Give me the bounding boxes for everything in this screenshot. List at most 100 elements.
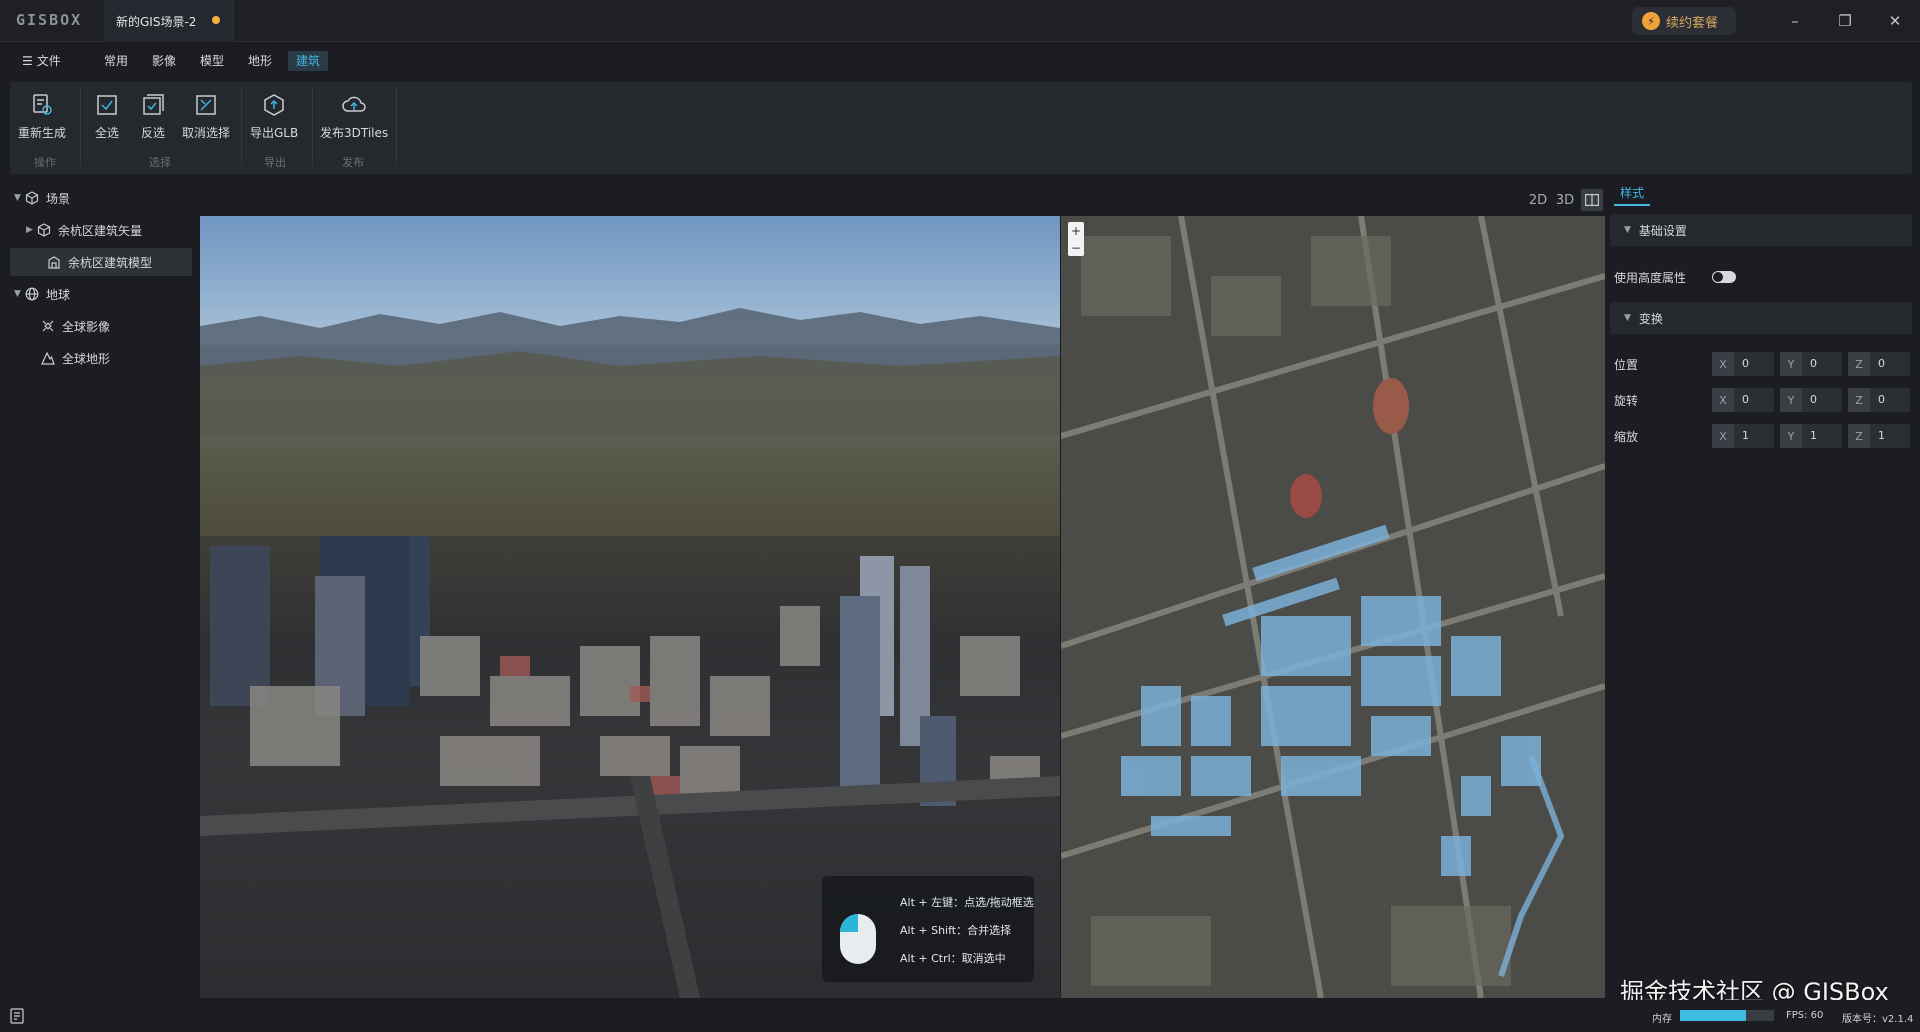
rotation-x-field[interactable]: X0 [1712,388,1774,412]
tree-label-global-terrain: 全球地形 [62,351,111,366]
scale-label: 缩放 [1614,430,1639,444]
select-all-label: 全选 [94,126,119,140]
minimize-button[interactable]: – [1775,8,1815,34]
ribbon-toolbar: 重新生成 操作 全选 反选 取消选择 选择 导出GLB 导出 发布3DTiles… [10,82,1912,174]
memory-usage-bar [1680,1010,1774,1021]
invert-select-icon [140,92,166,118]
export-glb-label: 导出GLB [250,126,299,140]
document-tab-label: 新的GIS场景-2 [116,15,197,29]
scale-x-value: 1 [1742,429,1749,442]
scale-z-value: 1 [1878,429,1885,442]
select-all-button[interactable]: 全选 [94,92,120,141]
tree-node-global-imagery[interactable]: 全球影像 [0,312,196,340]
chevron-down-icon[interactable]: ▼ [14,289,24,299]
tree-node-building-vector[interactable]: ▶ 余杭区建筑矢量 [0,216,196,244]
terrain-icon [40,350,56,366]
section-transform[interactable]: ▼ 变换 [1610,302,1912,334]
tree-node-scene[interactable]: ▼ 场景 [0,184,196,212]
scale-y-field[interactable]: Y1 [1780,424,1842,448]
group-label-export: 导出 [264,156,286,169]
help-line-merge-select: Alt + Shift：合并选择 [900,924,1012,937]
tree-node-building-model[interactable]: 余杭区建筑模型 [10,248,192,276]
tree-label-scene: 场景 [46,191,71,206]
renew-plan-label: 续约套餐 [1666,15,1719,31]
help-line-cancel-select: Alt + Ctrl：取消选中 [900,952,1006,965]
renew-plan-button[interactable]: ⚡ 续约套餐 [1632,7,1736,35]
tree-node-global-terrain[interactable]: 全球地形 [0,344,196,372]
position-label: 位置 [1614,358,1639,372]
title-bar: GISBOX 新的GIS场景-2 ⚡ 续约套餐 – ❐ ✕ [0,0,1920,42]
axis-y-label: Y [1780,388,1802,412]
regenerate-label: 重新生成 [18,126,67,140]
group-label-select: 选择 [149,156,171,169]
tree-label-globe: 地球 [46,287,71,302]
use-height-label: 使用高度属性 [1614,271,1687,285]
status-bar [0,1000,1920,1032]
tree-label-global-imagery: 全球影像 [62,319,111,334]
position-z-value: 0 [1878,357,1885,370]
invert-select-label: 反选 [140,126,165,140]
file-menu[interactable]: ☰ 文件 [14,51,69,71]
menu-model[interactable]: 模型 [192,51,232,71]
scale-y-value: 1 [1810,429,1817,442]
group-label-publish: 发布 [342,156,364,169]
restore-button[interactable]: ❐ [1825,8,1865,34]
section-basic-settings[interactable]: ▼ 基础设置 [1610,214,1912,246]
regenerate-button[interactable]: 重新生成 [18,92,66,141]
rotation-z-field[interactable]: Z0 [1848,388,1910,412]
zoom-out-button[interactable]: − [1068,239,1084,256]
axis-x-label: X [1712,424,1734,448]
close-button[interactable]: ✕ [1875,8,1915,34]
menu-building[interactable]: 建筑 [288,51,329,71]
tree-node-globe[interactable]: ▼ 地球 [0,280,196,308]
memory-label: 内存 [1652,1014,1672,1025]
chevron-down-icon[interactable]: ▼ [14,193,24,203]
menu-common[interactable]: 常用 [96,51,136,71]
notes-icon[interactable] [10,1008,24,1027]
scale-x-field[interactable]: X1 [1712,424,1774,448]
help-line-click-select: Alt + 左键：点选/拖动框选 [900,896,1034,909]
tab-style[interactable]: 样式 [1614,184,1651,206]
axis-z-label: Z [1848,424,1870,448]
hamburger-icon: ☰ [22,54,33,68]
mouse-left-click-icon [840,914,876,964]
use-height-toggle[interactable] [1712,271,1736,283]
ribbon-separator [80,88,81,166]
section-transform-title: 变换 [1638,311,1663,326]
globe-icon [24,286,40,302]
menu-terrain[interactable]: 地形 [240,51,280,71]
building-icon [46,254,62,270]
version-label: 版本号：v2.1.4 [1842,1014,1914,1025]
map-2d-viewport[interactable] [1061,216,1605,998]
invert-select-button[interactable]: 反选 [140,92,166,141]
position-y-field[interactable]: Y0 [1780,352,1842,376]
chevron-right-icon[interactable]: ▶ [26,225,36,235]
split-view-icon[interactable] [1581,189,1603,211]
scale-z-field[interactable]: Z1 [1848,424,1910,448]
properties-panel: 样式 ▼ 基础设置 使用高度属性 ▼ 变换 位置 X0 Y0 Z0 旋转 X0 … [1610,180,1912,996]
menu-bar: ☰ 文件 常用 影像 模型 地形 建筑 [0,44,1920,76]
tree-label-building-model: 余杭区建筑模型 [68,255,153,270]
tree-label-building-vector: 余杭区建筑矢量 [58,223,143,238]
document-tab[interactable]: 新的GIS场景-2 [104,0,234,42]
position-z-field[interactable]: Z0 [1848,352,1910,376]
axis-y-label: Y [1780,424,1802,448]
view-3d-toggle[interactable]: 3D [1554,189,1576,211]
view-2d-toggle[interactable]: 2D [1527,189,1549,211]
position-y-value: 0 [1810,357,1817,370]
regenerate-icon [29,92,55,118]
zoom-in-button[interactable]: + [1068,222,1084,239]
fps-readout: FPS: 60 [1786,1010,1824,1021]
rotation-y-field[interactable]: Y0 [1780,388,1842,412]
deselect-button[interactable]: 取消选择 [182,92,230,141]
file-menu-label: 文件 [36,54,61,68]
export-glb-icon [261,92,287,118]
rotation-y-value: 0 [1810,393,1817,406]
menu-imagery[interactable]: 影像 [144,51,184,71]
export-glb-button[interactable]: 导出GLB [250,92,298,141]
mouse-left-button-highlight [840,914,858,932]
position-x-field[interactable]: X0 [1712,352,1774,376]
rotation-x-value: 0 [1742,393,1749,406]
cloud-upload-icon [341,92,367,118]
publish-3dtiles-button[interactable]: 发布3DTiles [320,92,388,141]
